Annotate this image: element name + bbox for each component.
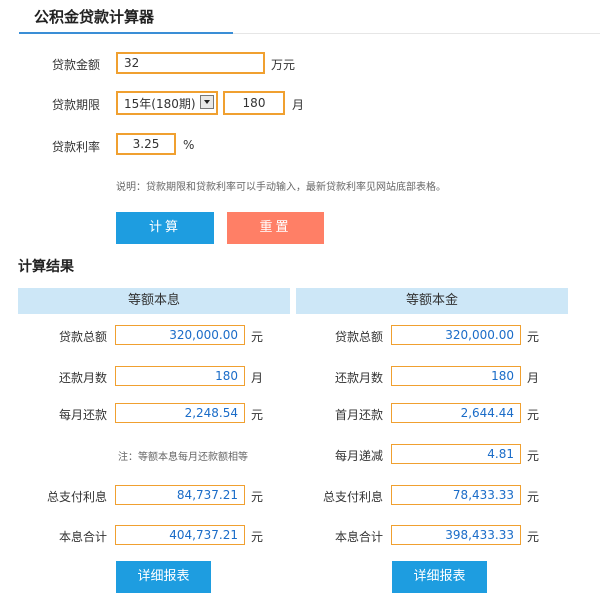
right-row-label: 贷款总额 — [334, 330, 383, 344]
left-row-unit: 元 — [251, 408, 264, 422]
equal-payment-header: 等额本息 — [18, 288, 290, 314]
results-title: 计算结果 — [18, 259, 74, 275]
term-months-input[interactable]: 180 — [223, 91, 285, 115]
left-row-value: 180 — [115, 366, 245, 386]
equal-principal-detail-button[interactable]: 详细报表 — [392, 561, 487, 593]
form-note: 说明：贷款期限和贷款利率可以手动输入，最新贷款利率见网站底部表格。 — [116, 182, 446, 193]
right-row-value: 398,433.33 — [391, 525, 521, 545]
right-row-unit: 元 — [527, 449, 540, 463]
term-label: 贷款期限 — [52, 98, 101, 112]
title-underline — [19, 32, 233, 34]
right-row-label: 每月递减 — [334, 449, 383, 463]
right-row-value: 320,000.00 — [391, 325, 521, 345]
title-divider — [233, 33, 600, 34]
right-row-label: 首月还款 — [334, 408, 383, 422]
right-row-value: 2,644.44 — [391, 403, 521, 423]
right-row-label: 总支付利息 — [322, 490, 383, 504]
rate-unit: % — [183, 138, 195, 152]
left-row-unit: 元 — [251, 330, 264, 344]
term-unit: 月 — [292, 98, 305, 112]
left-row-value: 84,737.21 — [115, 485, 245, 505]
right-row-unit: 元 — [527, 330, 540, 344]
left-row-value: 2,248.54 — [115, 403, 245, 423]
left-row-value: 320,000.00 — [115, 325, 245, 345]
term-select-value: 15年(180期) — [124, 97, 196, 111]
right-row-label: 还款月数 — [334, 371, 383, 385]
chevron-down-icon[interactable] — [200, 95, 214, 109]
equal-principal-header: 等额本金 — [296, 288, 568, 314]
right-row-label: 本息合计 — [334, 530, 383, 544]
left-row-unit: 元 — [251, 530, 264, 544]
right-row-value: 180 — [391, 366, 521, 386]
right-row-value: 4.81 — [391, 444, 521, 464]
right-row-unit: 元 — [527, 408, 540, 422]
reset-button[interactable]: 重置 — [227, 212, 324, 244]
left-row-label: 还款月数 — [58, 371, 107, 385]
amount-unit: 万元 — [271, 58, 296, 72]
calculate-button[interactable]: 计算 — [116, 212, 214, 244]
rate-label: 贷款利率 — [52, 140, 101, 154]
left-row-value: 404,737.21 — [115, 525, 245, 545]
left-row-label: 总支付利息 — [46, 490, 107, 504]
left-row-label: 本息合计 — [58, 530, 107, 544]
left-row-label: 每月还款 — [58, 408, 107, 422]
equal-payment-detail-button[interactable]: 详细报表 — [116, 561, 211, 593]
right-row-unit: 元 — [527, 530, 540, 544]
page-title: 公积金贷款计算器 — [34, 8, 155, 26]
equal-payment-note: 注：等额本息每月还款额相等 — [118, 452, 248, 463]
left-row-label: 贷款总额 — [58, 330, 107, 344]
right-row-unit: 月 — [527, 371, 540, 385]
term-select[interactable]: 15年(180期) — [116, 91, 218, 115]
amount-label: 贷款金额 — [52, 58, 101, 72]
right-row-value: 78,433.33 — [391, 485, 521, 505]
left-row-unit: 月 — [251, 371, 264, 385]
rate-input[interactable]: 3.25 — [116, 133, 176, 155]
right-row-unit: 元 — [527, 490, 540, 504]
left-row-unit: 元 — [251, 490, 264, 504]
amount-input[interactable]: 32 — [116, 52, 265, 74]
